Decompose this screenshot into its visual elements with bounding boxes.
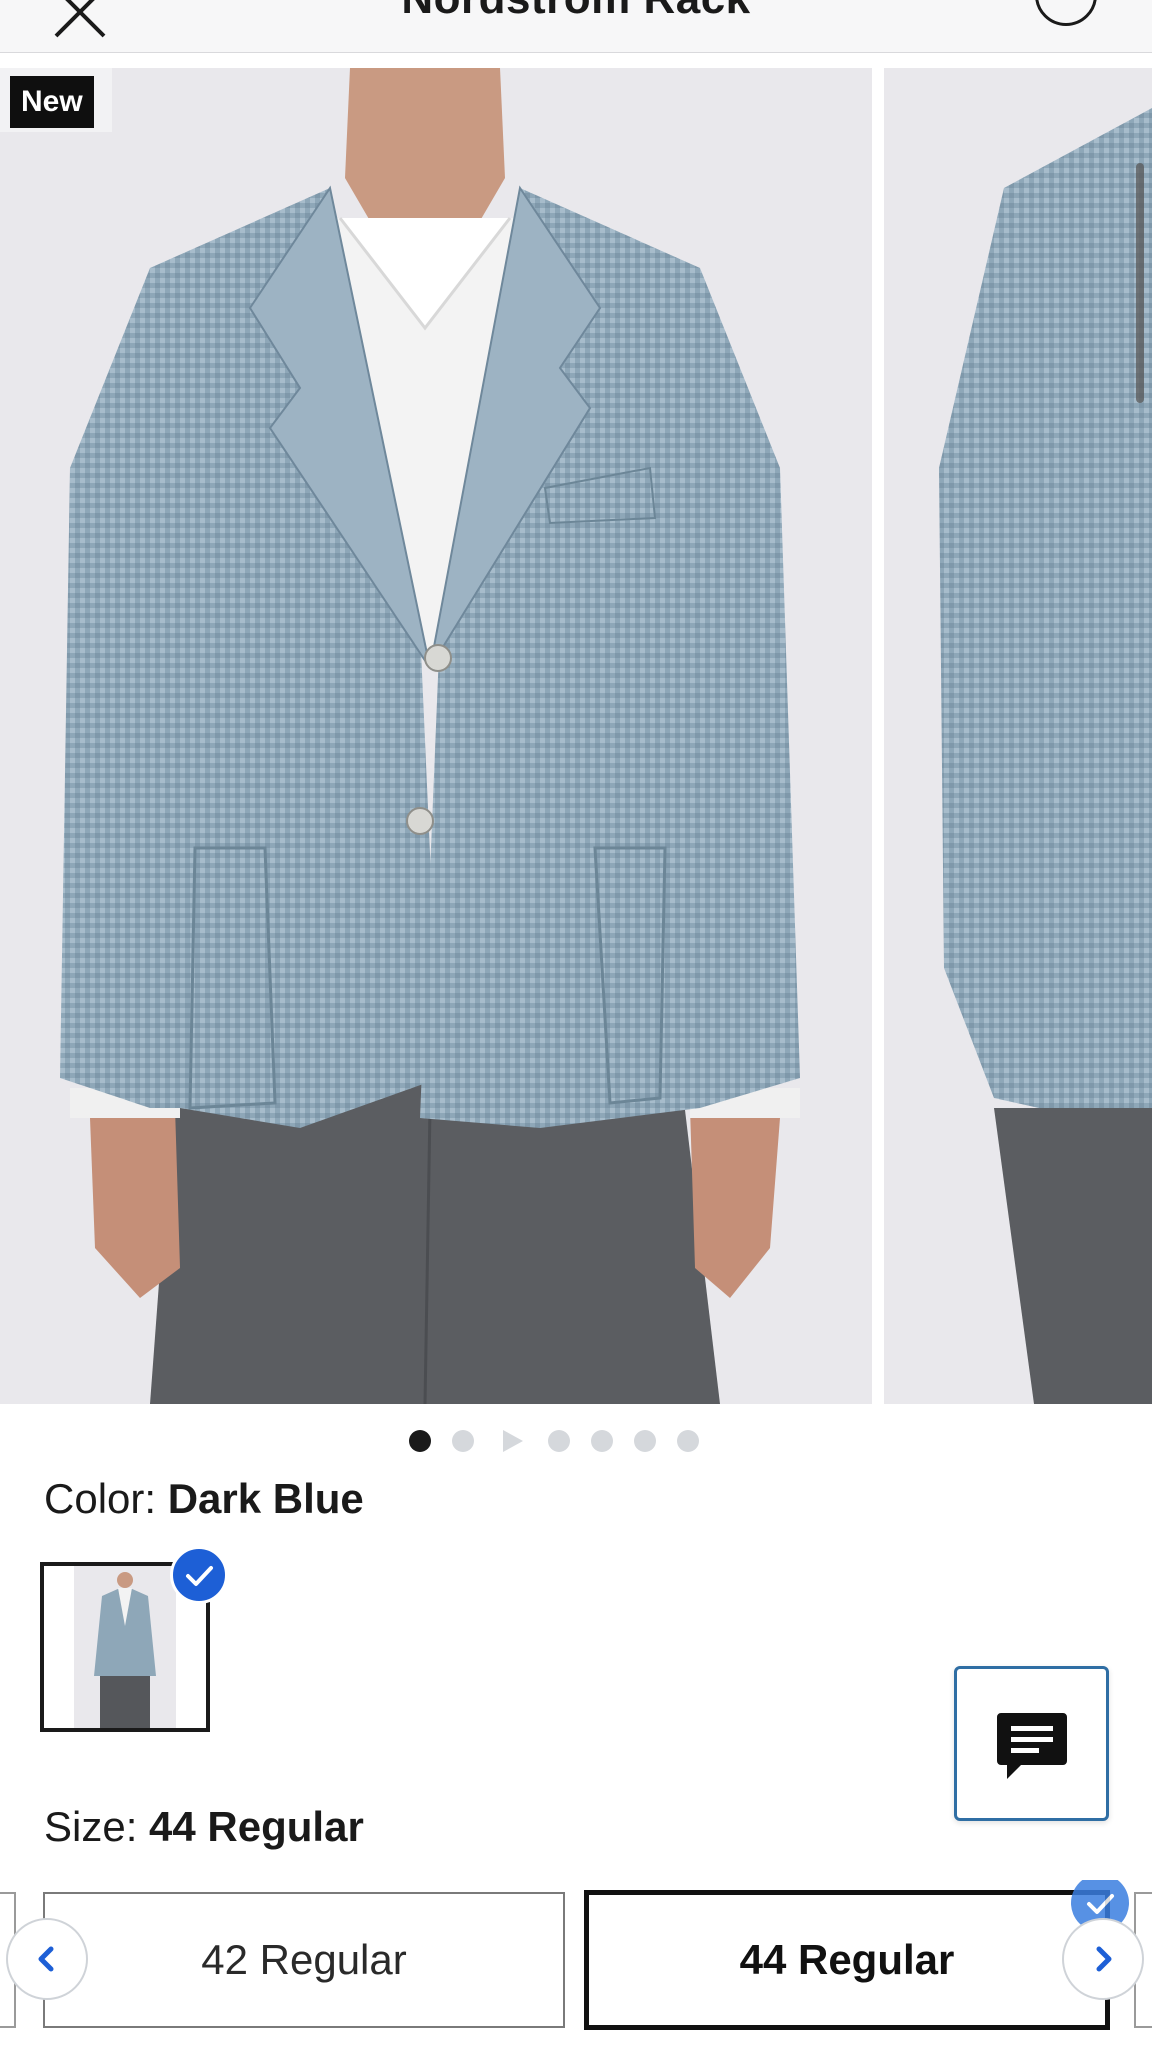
size-option-label: 44 Regular [739,1936,955,1983]
top-bar: Nordstrom Rack [0,0,1152,53]
carousel-dot-4[interactable] [548,1430,570,1452]
size-option-44-regular[interactable]: 44 Regular [584,1890,1110,2030]
color-selection-label: Color: Dark Blue [44,1474,364,1524]
size-options-strip[interactable]: 42 Regular 44 Regular [0,1880,1152,2048]
chevron-right-icon [1096,1946,1112,1972]
new-badge: New [10,76,94,128]
color-value: Dark Blue [167,1475,364,1522]
color-label: Color: [44,1475,157,1522]
chevron-left-icon [38,1946,54,1972]
product-photo-front [0,68,872,1404]
size-selection-label: Size: 44 Regular [44,1802,364,1852]
size-option-label: 42 Regular [201,1936,407,1983]
carousel-dots[interactable] [0,1430,1152,1452]
size-label: Size: [44,1803,138,1850]
carousel-dot-2[interactable] [452,1430,474,1452]
product-image-side[interactable] [884,68,1152,1404]
scroll-right-button[interactable] [1062,1918,1144,2000]
carousel-dot-7[interactable] [677,1430,699,1452]
chat-icon [997,1713,1067,1779]
badge-background: New [0,68,112,132]
scroll-left-button[interactable] [6,1918,88,2000]
product-photo-side [884,68,1152,1404]
size-option-42-regular[interactable]: 42 Regular [43,1892,565,2028]
size-value: 44 Regular [149,1803,364,1850]
product-image-carousel[interactable]: New [0,68,1152,1404]
carousel-dot-5[interactable] [591,1430,613,1452]
chat-button[interactable] [954,1666,1109,1821]
carousel-dot-1[interactable] [409,1430,431,1452]
scroll-indicator [1136,163,1144,403]
video-dot-icon[interactable] [503,1430,523,1452]
carousel-dot-6[interactable] [634,1430,656,1452]
store-title: Nordstrom Rack [0,0,1152,24]
product-image-front[interactable]: New [0,68,872,1404]
selected-check-icon [170,1546,228,1604]
